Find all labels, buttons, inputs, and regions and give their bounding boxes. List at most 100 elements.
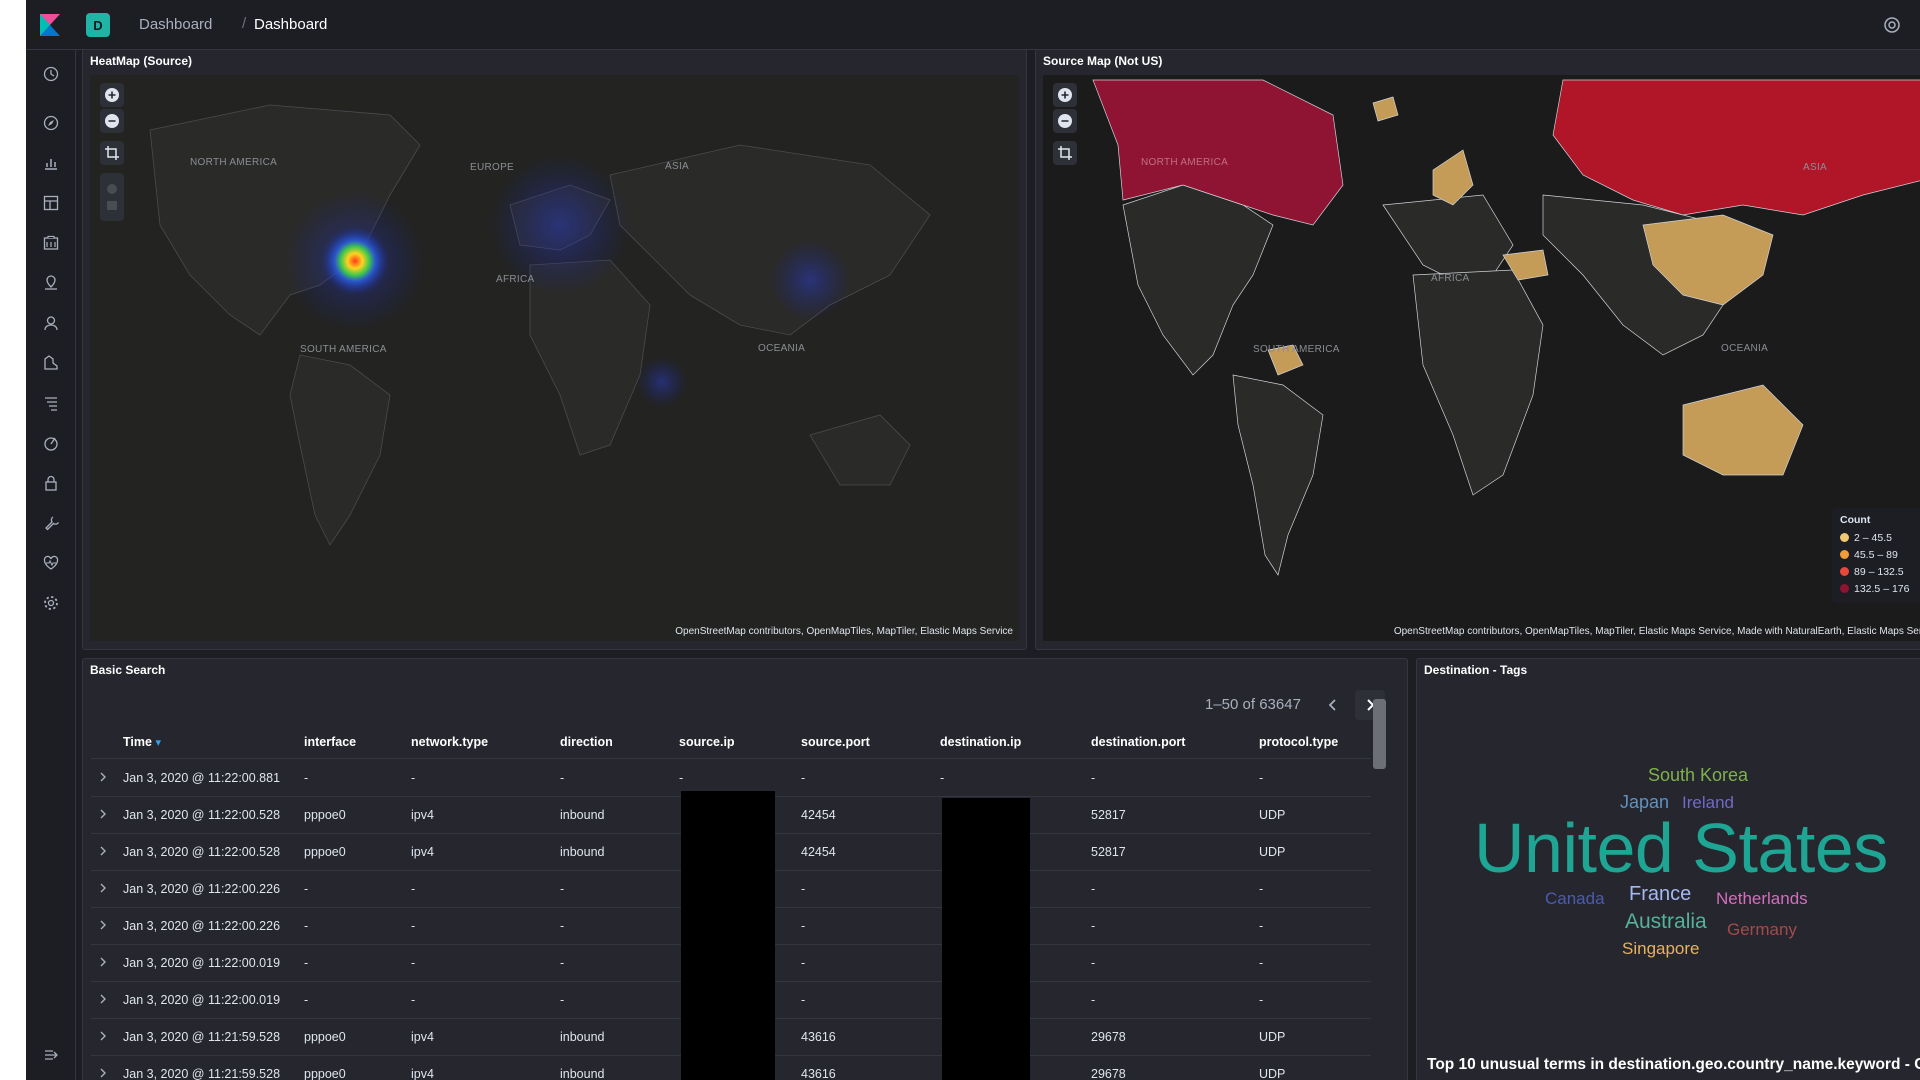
column-header-source-ip[interactable]: source.ip — [679, 735, 735, 749]
map-label-oceania: OCEANIA — [758, 343, 806, 354]
nav-logs[interactable] — [41, 393, 61, 413]
zoom-out-button[interactable] — [1053, 109, 1077, 133]
cell-network-type: - — [411, 882, 416, 896]
nav-maps[interactable] — [41, 273, 61, 293]
panel-title: Basic Search — [90, 663, 166, 677]
cell-direction: - — [560, 956, 565, 970]
tag-germany[interactable]: Germany — [1727, 920, 1797, 940]
heatmap-map[interactable]: NORTH AMERICA EUROPE ASIA AFRICA SOUTH A… — [90, 75, 1019, 641]
nav-recent[interactable] — [41, 64, 61, 84]
expand-row-chevron-icon[interactable] — [97, 1067, 109, 1079]
zoom-in-button[interactable] — [100, 83, 124, 107]
cell-network-type: - — [411, 919, 416, 933]
column-header-destination-port[interactable]: destination.port — [1091, 735, 1185, 749]
nav-canvas[interactable] — [41, 233, 61, 253]
nav-visualize[interactable] — [41, 153, 61, 173]
cell-network-type: - — [411, 956, 416, 970]
top-bar: D Dashboard / Dashboard — [26, 0, 1920, 50]
nav-siem[interactable] — [41, 313, 61, 333]
heartbeat-icon — [43, 555, 59, 570]
zoom-in-button[interactable] — [1053, 83, 1077, 107]
lock-icon — [45, 475, 57, 491]
nav-monitoring[interactable] — [41, 553, 61, 573]
user-icon — [44, 316, 58, 331]
column-header-destination-ip[interactable]: destination.ip — [940, 735, 1021, 749]
source-map[interactable]: NORTH AMERICA AFRICA SOUTH AMERICA OCEAN… — [1043, 75, 1920, 641]
column-header-interface[interactable]: interface — [304, 735, 356, 749]
tag-singapore[interactable]: Singapore — [1622, 939, 1700, 959]
expand-row-chevron-icon[interactable] — [97, 993, 109, 1005]
cell-destination-port: - — [1091, 882, 1096, 896]
help-icon[interactable] — [1883, 16, 1901, 34]
nav-ml[interactable] — [41, 353, 61, 373]
ml-icon — [44, 355, 58, 370]
fit-bounds-button[interactable] — [100, 141, 124, 165]
fit-bounds-button[interactable] — [1053, 141, 1077, 165]
tag-south-korea[interactable]: South Korea — [1648, 765, 1748, 786]
panel-title: Destination - Tags — [1424, 663, 1528, 677]
tag-united-states[interactable]: United States — [1474, 808, 1888, 888]
cell-source-port: - — [801, 882, 806, 896]
map-label-asia: ASIA — [665, 161, 689, 172]
tag-france[interactable]: France — [1629, 883, 1691, 906]
cell-interface: - — [304, 882, 309, 896]
cell-destination-port: 52817 — [1091, 808, 1126, 822]
prev-page-button[interactable] — [1318, 690, 1348, 720]
table-scrollbar[interactable] — [1373, 699, 1386, 769]
nav-dev-tools[interactable] — [41, 513, 61, 533]
column-header-source-port[interactable]: source.port — [801, 735, 870, 749]
nav-management[interactable] — [41, 593, 61, 613]
expand-row-chevron-icon[interactable] — [97, 808, 109, 820]
cell-protocol-type: - — [1259, 882, 1264, 896]
expand-row-chevron-icon[interactable] — [97, 771, 109, 783]
nav-apm[interactable] — [41, 433, 61, 453]
cell-interface: - — [304, 919, 309, 933]
draw-shape-icon — [107, 184, 117, 210]
nav-collapse[interactable] — [41, 1045, 61, 1065]
legend-label: 89 – 132.5 — [1854, 565, 1904, 578]
tag-canada[interactable]: Canada — [1545, 889, 1605, 909]
space-avatar[interactable]: D — [86, 13, 110, 37]
map-attribution[interactable]: OpenStreetMap contributors, OpenMapTiles… — [1394, 626, 1920, 637]
minus-icon — [105, 114, 119, 128]
column-header-time[interactable]: Time ▾ — [123, 735, 161, 749]
expand-row-chevron-icon[interactable] — [97, 956, 109, 968]
panel-title: Source Map (Not US) — [1043, 54, 1163, 68]
kibana-logo-icon[interactable] — [40, 14, 60, 36]
expand-row-chevron-icon[interactable] — [97, 882, 109, 894]
nav-security[interactable] — [41, 473, 61, 493]
cell-direction: inbound — [560, 808, 605, 822]
map-label-africa: AFRICA — [1431, 273, 1470, 284]
expand-row-chevron-icon[interactable] — [97, 845, 109, 857]
expand-row-chevron-icon[interactable] — [97, 919, 109, 931]
cell-time: Jan 3, 2020 @ 11:22:00.019 — [123, 956, 281, 970]
nav-dashboard[interactable] — [41, 193, 61, 213]
zoom-out-button[interactable] — [100, 109, 124, 133]
breadcrumb-dashboards[interactable]: Dashboard — [139, 16, 212, 33]
map-label-south-america: SOUTH AMERICA — [300, 344, 387, 355]
map-label-africa: AFRICA — [496, 274, 535, 285]
map-attribution[interactable]: OpenStreetMap contributors, OpenMapTiles… — [675, 626, 1013, 637]
draw-tools[interactable] — [100, 173, 124, 221]
cell-direction: - — [560, 919, 565, 933]
table-header: Time ▾ interface network.type direction … — [91, 725, 1371, 759]
legend-label: 132.5 – 176 — [1854, 582, 1910, 595]
nav-discover[interactable] — [41, 113, 61, 133]
tag-australia[interactable]: Australia — [1625, 910, 1707, 934]
clock-icon — [43, 66, 59, 82]
column-header-protocol-type[interactable]: protocol.type — [1259, 735, 1338, 749]
column-header-network-type[interactable]: network.type — [411, 735, 488, 749]
tag-netherlands[interactable]: Netherlands — [1716, 889, 1808, 909]
legend-label: 2 – 45.5 — [1854, 531, 1892, 544]
cell-network-type: ipv4 — [411, 845, 434, 859]
expand-row-chevron-icon[interactable] — [97, 1030, 109, 1042]
cell-destination-port: 29678 — [1091, 1067, 1126, 1080]
cell-direction: - — [560, 993, 565, 1007]
cell-interface: pppoe0 — [304, 808, 346, 822]
cell-network-type: ipv4 — [411, 1067, 434, 1080]
column-header-direction[interactable]: direction — [560, 735, 613, 749]
cell-destination-port: 52817 — [1091, 845, 1126, 859]
cell-destination-ip: - — [940, 771, 945, 785]
map-label-south-america: SOUTH AMERICA — [1253, 344, 1340, 355]
basic-search-panel: Basic Search 1–50 of 63647 Time ▾ interf… — [82, 658, 1408, 1080]
